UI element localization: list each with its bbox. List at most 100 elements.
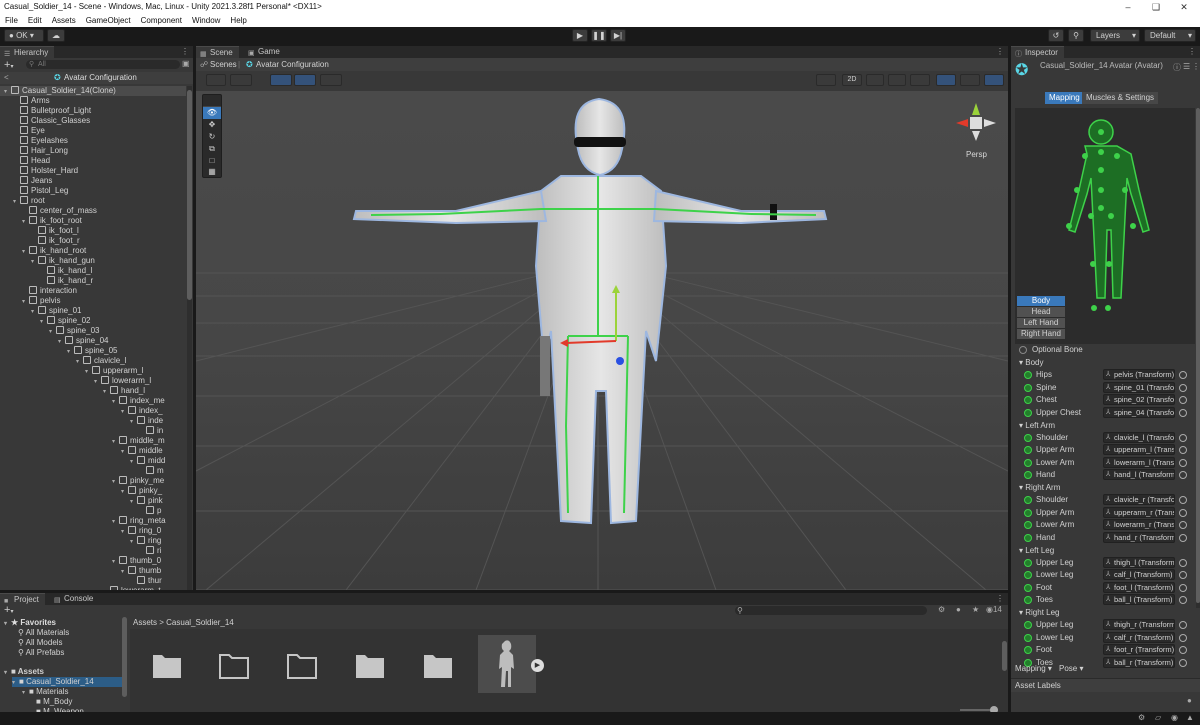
hierarchy-item[interactable]: ▾ spine_03 (49, 326, 99, 336)
hierarchy-item[interactable]: ▾ midd (130, 456, 165, 466)
expand-arrow-icon[interactable]: ▾ (103, 387, 110, 397)
folder-icon[interactable] (287, 654, 317, 679)
layout-dropdown[interactable]: Default ▾ (1144, 29, 1196, 42)
assets-folder[interactable]: ■ M_Body (36, 697, 72, 707)
audio-icon[interactable] (888, 74, 906, 86)
hierarchy-item[interactable]: p (139, 506, 161, 516)
expand-arrow-icon[interactable]: ▾ (130, 457, 137, 467)
hierarchy-item[interactable]: ik_hand_l (40, 266, 92, 276)
hierarchy-item[interactable]: ▾ ring_0 (121, 526, 161, 536)
pivot-toggle[interactable] (270, 74, 292, 86)
hierarchy-root-item[interactable]: ▾ Casual_Soldier_14(Clone) (0, 86, 186, 96)
more-options-icon[interactable]: ⋮ (1188, 47, 1196, 56)
expand-arrow-icon[interactable]: ▾ (49, 327, 56, 337)
play-button[interactable]: ▶ (572, 29, 588, 42)
lighting-icon[interactable] (866, 74, 884, 86)
expand-arrow-icon[interactable]: ▾ (31, 257, 38, 267)
object-picker-icon[interactable] (1179, 571, 1187, 579)
hierarchy-item[interactable]: thur (130, 576, 162, 586)
object-picker-icon[interactable] (1179, 621, 1187, 629)
hierarchy-item[interactable]: ▾ root (13, 196, 45, 206)
expand-arrow-icon[interactable]: ▾ (58, 337, 65, 347)
close-button[interactable]: ✕ (1170, 0, 1198, 14)
minimize-button[interactable]: – (1114, 0, 1142, 14)
folder-icon[interactable] (153, 655, 181, 678)
filter-type-icon[interactable]: ⚙ (938, 605, 945, 614)
2d-toggle[interactable]: 2D (842, 74, 862, 86)
object-picker-icon[interactable] (1179, 458, 1187, 467)
view-tool-icon[interactable]: 👁 (203, 107, 221, 119)
favorites-item[interactable]: ⚲ All Models (18, 638, 63, 648)
bone-transform-field[interactable]: spine_02 (Transform) (1103, 394, 1175, 405)
search-icon[interactable]: ⚲ (1068, 29, 1084, 42)
bone-transform-field[interactable]: thigh_l (Transform) (1103, 556, 1175, 568)
step-button[interactable]: ▶| (610, 29, 626, 42)
left-hand-button[interactable]: Left Hand (1017, 318, 1065, 328)
hierarchy-item[interactable]: ▾ spine_02 (40, 316, 90, 326)
expand-arrow-icon[interactable]: ▾ (22, 217, 29, 227)
object-picker-icon[interactable] (1179, 446, 1187, 454)
menu-edit[interactable]: Edit (23, 14, 47, 27)
hierarchy-item[interactable]: ▾ ring_meta (112, 516, 166, 526)
hierarchy-item[interactable]: ▾ middle_m (112, 436, 165, 446)
expand-arrow-icon[interactable]: ▾ (121, 487, 128, 497)
expand-arrow-icon[interactable]: ▾ (130, 417, 137, 427)
right-hand-button[interactable]: Right Hand (1017, 329, 1065, 339)
tab-console[interactable]: ▤ Console (50, 593, 99, 605)
cloud-icon[interactable]: ☁ (47, 29, 65, 42)
tab-inspector[interactable]: ⓘ Inspector (1011, 46, 1064, 58)
expand-arrow-icon[interactable]: ▾ (112, 517, 119, 527)
hierarchy-item[interactable]: Classic_Glasses (13, 116, 90, 126)
globe-icon[interactable] (230, 74, 252, 86)
hierarchy-item[interactable]: ▾ inde (130, 416, 163, 426)
hierarchy-item[interactable]: ▾ upperarm_l (85, 366, 143, 376)
local-toggle[interactable] (294, 74, 316, 86)
hierarchy-item[interactable]: Hair_Long (13, 146, 68, 156)
camera-icon[interactable] (960, 74, 980, 86)
project-search-input[interactable]: ⚲ (735, 606, 927, 615)
hierarchy-item[interactable]: in (139, 426, 163, 436)
hierarchy-item[interactable]: ▾ index_ (121, 406, 163, 416)
object-picker-icon[interactable] (1179, 658, 1187, 667)
bone-group-header[interactable]: ▾ Left Arm (1019, 420, 1055, 431)
lock-icon[interactable]: ▣ (182, 59, 190, 68)
object-picker-icon[interactable] (1179, 508, 1187, 517)
hierarchy-item[interactable]: ▾ clavicle_l (76, 356, 126, 366)
bone-transform-field[interactable]: upperarm_l (Transform) (1103, 444, 1175, 455)
tab-mapping[interactable]: Mapping (1045, 92, 1084, 104)
expand-arrow-icon[interactable]: ▾ (22, 247, 29, 257)
body-button[interactable]: Body (1017, 296, 1065, 306)
account-dropdown[interactable]: ● OK ▾ (4, 29, 44, 42)
object-picker-icon[interactable] (1179, 433, 1187, 442)
create-button[interactable]: +▾ (4, 604, 13, 616)
hierarchy-item[interactable]: Eyelashes (13, 136, 68, 146)
draw-mode-button[interactable] (206, 74, 226, 86)
assets-folder-selected[interactable]: ▾ ■ Casual_Soldier_14 (12, 677, 122, 687)
hierarchy-item[interactable]: Holster_Hard (13, 166, 78, 176)
more-icon[interactable]: ⋮ (1192, 62, 1200, 71)
persp-label[interactable]: Persp (966, 150, 987, 159)
rotate-tool-icon[interactable]: ↻ (203, 131, 221, 143)
hierarchy-item[interactable]: ▾ spine_04 (58, 336, 108, 346)
presets-icon[interactable]: ☰ (1183, 62, 1190, 71)
breadcrumb-scenes[interactable]: Scenes (210, 58, 237, 71)
menu-window[interactable]: Window (187, 14, 225, 27)
bone-transform-field[interactable]: lowerarm_l (Transform) (1103, 456, 1175, 468)
bone-transform-field[interactable]: lowerarm_r (Transform) (1103, 519, 1175, 530)
label-icon[interactable]: ● (956, 605, 961, 614)
bone-transform-field[interactable]: ball_r (Transform) (1103, 656, 1175, 668)
hierarchy-item[interactable]: interaction (22, 286, 77, 296)
hierarchy-item[interactable]: ▾ spine_05 (67, 346, 117, 356)
asset-labels-header[interactable]: Asset Labels (1011, 678, 1200, 692)
favorite-icon[interactable]: ★ (972, 605, 979, 614)
hierarchy-item[interactable]: ▾ lowerarm_l (94, 376, 151, 386)
hierarchy-item[interactable]: ik_foot_l (31, 226, 79, 236)
bone-transform-field[interactable]: clavicle_r (Transform) (1103, 494, 1175, 505)
expand-arrow-icon[interactable]: ▾ (121, 527, 128, 537)
favorites-item[interactable]: ⚲ All Materials (18, 628, 69, 638)
hierarchy-item[interactable]: ▾ thumb (121, 566, 161, 576)
hierarchy-item[interactable]: ▾ pinky_me (112, 476, 164, 486)
scale-tool-icon[interactable]: ⧉ (203, 143, 221, 155)
bone-transform-field[interactable]: pelvis (Transform) (1103, 369, 1175, 380)
expand-arrow-icon[interactable]: ▾ (94, 377, 101, 387)
